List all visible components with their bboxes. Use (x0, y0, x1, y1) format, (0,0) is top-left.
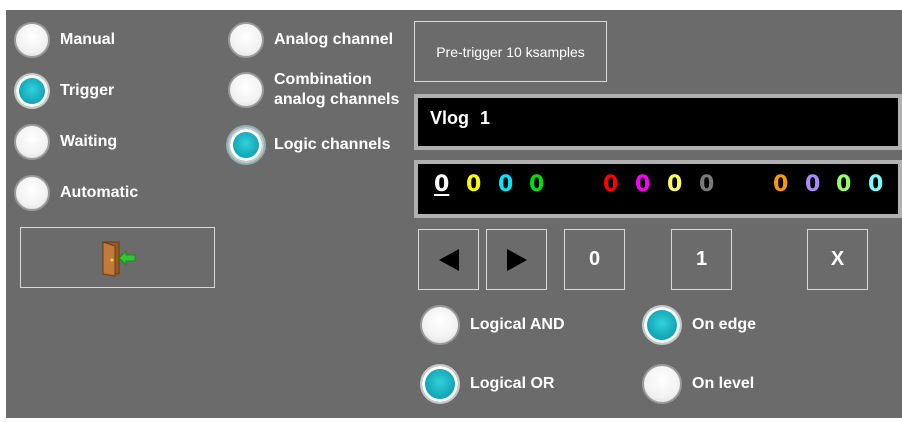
radio-label: Logic channels (274, 136, 391, 153)
exit-door-icon (102, 240, 135, 277)
right-arrow-icon (506, 248, 527, 271)
move-right-button[interactable] (486, 229, 547, 290)
bit-pattern-display: 0 0 0 0 0 0 0 0 0 0 0 0 (414, 160, 902, 218)
radio-button[interactable] (14, 73, 50, 109)
radio-on-edge[interactable]: On edge (642, 305, 756, 345)
radio-waiting[interactable]: Waiting (14, 124, 117, 160)
bit-digit[interactable]: 0 (434, 170, 449, 200)
radio-on-level[interactable]: On level (642, 364, 754, 404)
bit-digit[interactable]: 0 (699, 170, 714, 200)
channel-display: Vlog 1 (414, 94, 902, 150)
radio-button[interactable] (228, 127, 264, 163)
radio-button[interactable] (228, 22, 264, 58)
radio-label: Logical OR (470, 375, 555, 392)
bit-digit[interactable]: 0 (603, 170, 618, 200)
radio-button[interactable] (228, 72, 264, 108)
radio-label: Trigger (60, 82, 115, 99)
radio-label: Analog channel (274, 31, 394, 48)
exit-button[interactable] (20, 227, 215, 288)
radio-button[interactable] (420, 364, 460, 404)
radio-logic-channels[interactable]: Logic channels (228, 127, 390, 163)
bit-digit[interactable]: 0 (667, 170, 682, 200)
bit-digit[interactable]: 0 (635, 170, 650, 200)
pretrigger-button[interactable]: Pre-trigger 10 ksamples (414, 21, 607, 82)
radio-logical-or[interactable]: Logical OR (420, 364, 554, 404)
radio-button[interactable] (642, 364, 682, 404)
radio-manual[interactable]: Manual (14, 22, 115, 58)
radio-label: On level (692, 375, 755, 392)
trigger-settings-panel: Manual Trigger Waiting Automatic Analog … (6, 10, 902, 418)
radio-label: Manual (60, 31, 116, 48)
radio-trigger[interactable]: Trigger (14, 73, 114, 109)
bit-digit[interactable]: 0 (836, 170, 851, 200)
set-zero-button[interactable]: 0 (564, 229, 625, 290)
move-left-button[interactable] (418, 229, 479, 290)
bit-digit[interactable]: 0 (529, 170, 544, 200)
radio-combination-analog-channels[interactable]: Combination analog channels (228, 70, 404, 110)
radio-button[interactable] (14, 175, 50, 211)
left-arrow-icon (438, 248, 459, 271)
radio-label: On edge (692, 316, 757, 333)
set-x-button[interactable]: X (807, 229, 868, 290)
radio-logical-and[interactable]: Logical AND (420, 305, 565, 345)
bit-digit[interactable]: 0 (466, 170, 481, 200)
bit-digit[interactable]: 0 (498, 170, 513, 200)
radio-analog-channel[interactable]: Analog channel (228, 22, 393, 58)
radio-label: Waiting (60, 133, 118, 150)
radio-label: Automatic (60, 184, 139, 201)
bit-digit[interactable]: 0 (805, 170, 820, 200)
radio-button[interactable] (420, 305, 460, 345)
radio-button[interactable] (14, 22, 50, 58)
radio-automatic[interactable]: Automatic (14, 175, 138, 211)
radio-button[interactable] (14, 124, 50, 160)
bit-digit[interactable]: 0 (773, 170, 788, 200)
radio-button[interactable] (642, 305, 682, 345)
bit-digit[interactable]: 0 (868, 170, 883, 200)
set-one-button[interactable]: 1 (671, 229, 732, 290)
radio-label: Logical AND (470, 316, 565, 333)
radio-label: Combination analog channels (274, 71, 400, 108)
